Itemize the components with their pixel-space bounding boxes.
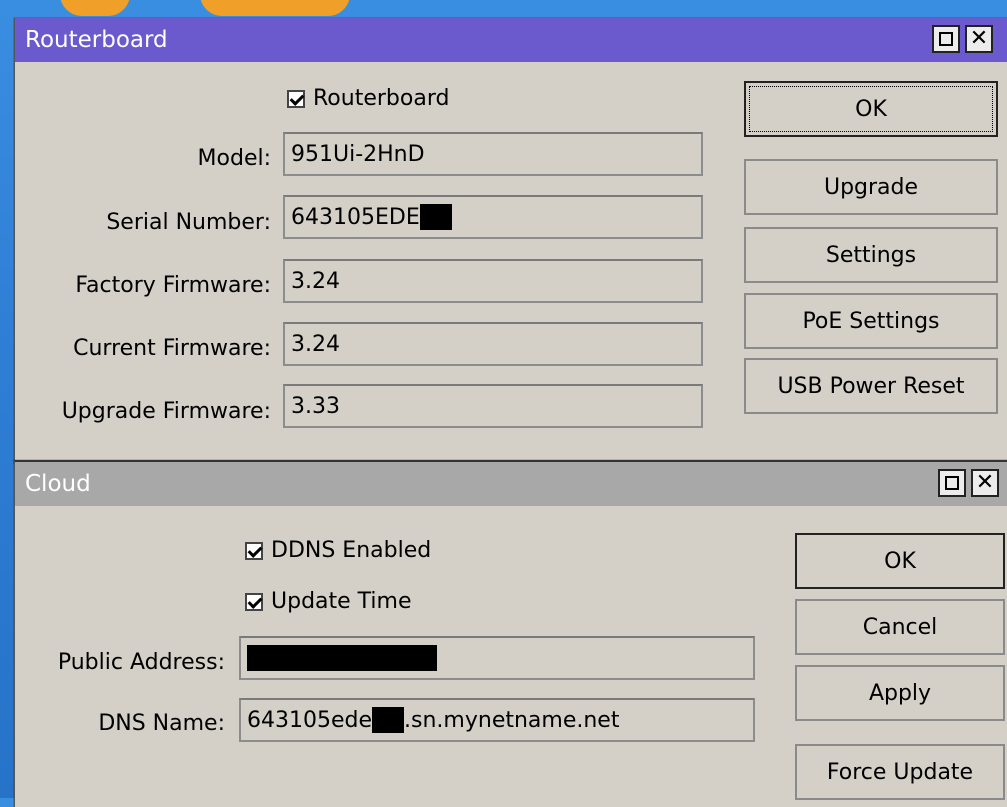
routerboard-titlebar[interactable]: Routerboard [15,18,1007,62]
dns-name-field[interactable]: 643105ede .sn.mynetname.net [239,698,755,742]
model-field[interactable]: 951Ui-2HnD [283,132,703,176]
routerboard-checkbox[interactable] [287,89,305,108]
cloud-window: Cloud ✕ DDNS Enabled Update Time Public … [14,460,1007,807]
force-update-button[interactable]: Force Update [795,744,1005,800]
ddns-enabled-row[interactable]: DDNS Enabled [245,538,431,563]
cloud-titlebar[interactable]: Cloud [15,462,1007,506]
dns-name-prefix: 643105ede [247,707,373,733]
maximize-icon[interactable] [938,469,966,497]
update-time-checkbox[interactable] [245,592,263,611]
routerboard-window: Routerboard ✕ Routerboard Model: 951Ui-2… [14,18,1007,463]
redaction-block [419,204,452,230]
upgrade-button[interactable]: Upgrade [744,159,998,215]
factory-firmware-field[interactable]: 3.24 [283,259,703,303]
serial-number-label: Serial Number: [106,210,271,235]
settings-button[interactable]: Settings [744,227,998,283]
model-value: 951Ui-2HnD [291,141,425,167]
routerboard-ok-button[interactable]: OK [744,81,998,137]
serial-number-field[interactable]: 643105EDE [283,195,703,239]
factory-firmware-value: 3.24 [291,268,340,294]
update-time-row[interactable]: Update Time [245,589,412,614]
poe-settings-button[interactable]: PoE Settings [744,293,998,349]
upgrade-firmware-label: Upgrade Firmware: [61,399,271,424]
dns-name-suffix: .sn.mynetname.net [404,707,620,733]
maximize-icon[interactable] [932,25,960,53]
close-icon[interactable]: ✕ [965,25,993,53]
update-time-label: Update Time [271,589,412,614]
routerboard-checkbox-row[interactable]: Routerboard [287,86,449,111]
cloud-ok-button[interactable]: OK [795,533,1005,589]
current-firmware-field[interactable]: 3.24 [283,322,703,366]
dns-name-label: DNS Name: [98,711,225,736]
upgrade-firmware-field[interactable]: 3.33 [283,384,703,428]
close-icon[interactable]: ✕ [971,469,999,497]
ddns-enabled-checkbox[interactable] [245,541,263,560]
redaction-block [247,645,437,671]
desktop-decoration [200,0,350,16]
upgrade-firmware-value: 3.33 [291,393,340,419]
apply-button[interactable]: Apply [795,665,1005,721]
ddns-enabled-label: DDNS Enabled [271,538,432,563]
desktop-decoration [60,0,130,16]
current-firmware-label: Current Firmware: [73,336,271,361]
public-address-field[interactable] [239,636,755,680]
redaction-block [372,707,405,733]
cloud-title: Cloud [25,471,91,497]
cancel-button[interactable]: Cancel [795,599,1005,655]
routerboard-checkbox-label: Routerboard [313,86,450,111]
usb-power-reset-button[interactable]: USB Power Reset [744,358,998,414]
current-firmware-value: 3.24 [291,331,340,357]
model-label: Model: [197,146,271,171]
serial-number-value: 643105EDE [291,204,420,230]
public-address-label: Public Address: [57,650,225,675]
routerboard-title: Routerboard [25,27,168,53]
factory-firmware-label: Factory Firmware: [75,273,271,298]
